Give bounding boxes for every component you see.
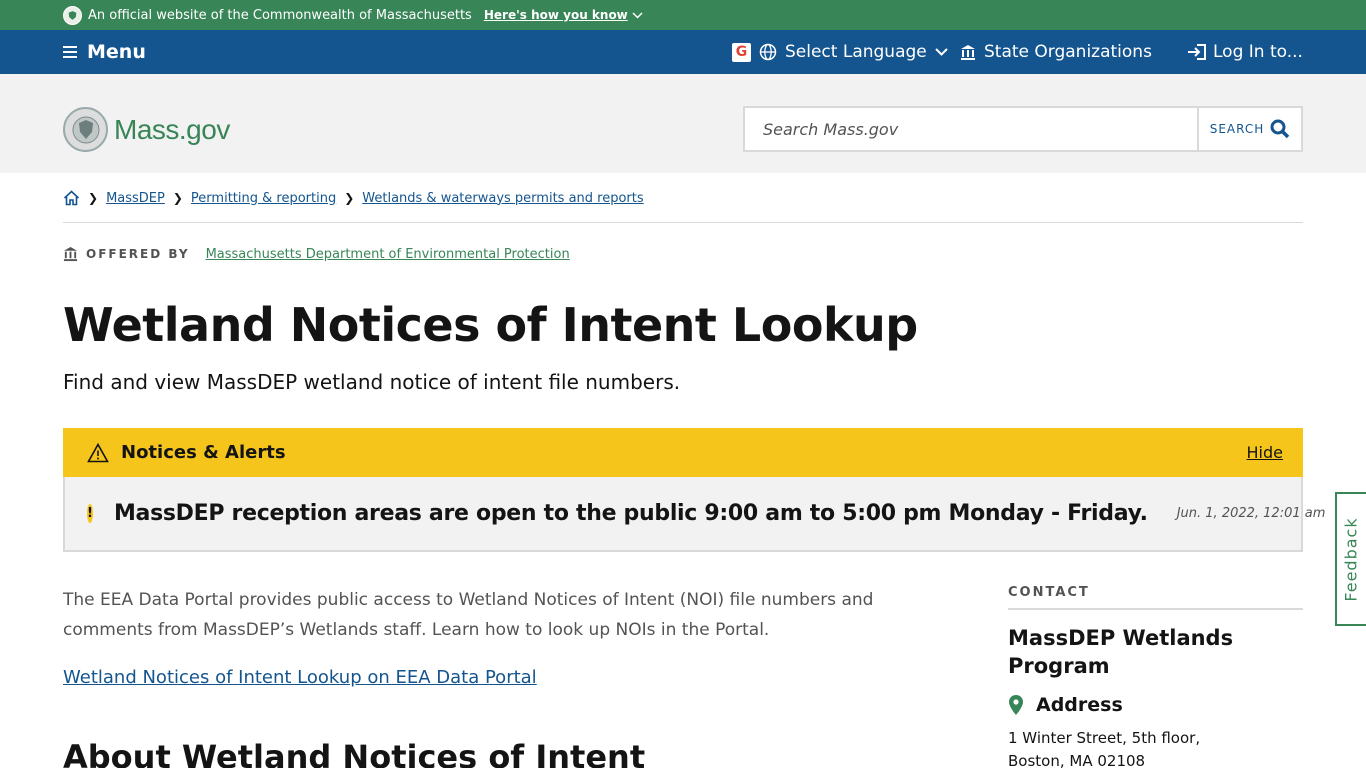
offered-by: OFFERED BY Massachusetts Department of E… bbox=[63, 246, 570, 262]
language-selector[interactable]: G Select Language bbox=[732, 30, 948, 74]
home-icon[interactable] bbox=[63, 190, 80, 206]
state-organizations-label: State Organizations bbox=[984, 42, 1152, 62]
alert-date: Jun. 1, 2022, 12:01 am bbox=[1176, 506, 1326, 521]
contact-label: CONTACT bbox=[1008, 585, 1090, 600]
map-pin-icon bbox=[1009, 695, 1023, 715]
feedback-tab[interactable]: Feedback bbox=[1335, 492, 1366, 626]
breadcrumb: ❯ MassDEP ❯ Permitting & reporting ❯ Wet… bbox=[63, 190, 644, 206]
address-line-1: 1 Winter Street, 5th floor, bbox=[1008, 729, 1201, 747]
warning-icon bbox=[87, 442, 109, 462]
address-heading: Address bbox=[1008, 694, 1123, 716]
chevron-down-icon bbox=[935, 48, 948, 56]
state-seal-icon bbox=[63, 107, 108, 152]
building-icon bbox=[961, 44, 975, 60]
search-button[interactable]: SEARCH bbox=[1197, 108, 1301, 150]
alerts-title: Notices & Alerts bbox=[121, 442, 286, 463]
page-lede: Find and view MassDEP wetland notice of … bbox=[63, 370, 681, 394]
breadcrumb-permitting[interactable]: Permitting & reporting bbox=[191, 191, 336, 206]
login-button[interactable]: Log In to... bbox=[1187, 30, 1303, 74]
state-organizations-button[interactable]: State Organizations bbox=[960, 30, 1152, 74]
how-you-know-link[interactable]: Here's how you know bbox=[484, 8, 643, 22]
chevron-right-icon: ❯ bbox=[344, 191, 355, 205]
breadcrumb-wetlands[interactable]: Wetlands & waterways permits and reports bbox=[362, 191, 643, 206]
hamburger-icon bbox=[63, 46, 77, 58]
contact-name: MassDEP Wetlands Program bbox=[1008, 626, 1234, 678]
intro-paragraph: The EEA Data Portal provides public acce… bbox=[63, 590, 874, 640]
mass-gov-logo[interactable]: Mass.gov bbox=[63, 107, 230, 152]
site-header: Mass.gov SEARCH bbox=[0, 74, 1366, 173]
address-line-2: Boston, MA 02108 bbox=[1008, 752, 1146, 768]
offered-by-label: OFFERED BY bbox=[86, 247, 190, 261]
logo-text: Mass.gov bbox=[114, 113, 230, 145]
feedback-label: Feedback bbox=[1342, 516, 1362, 602]
login-icon bbox=[1188, 44, 1206, 60]
seal-icon bbox=[63, 5, 82, 25]
breadcrumb-massdep[interactable]: MassDEP bbox=[106, 191, 165, 206]
official-text: An official website of the Commonwealth … bbox=[88, 7, 472, 23]
eea-portal-link[interactable]: Wetland Notices of Intent Lookup on EEA … bbox=[63, 667, 537, 688]
search-input[interactable] bbox=[745, 108, 1197, 150]
page-title: Wetland Notices of Intent Lookup bbox=[63, 298, 918, 352]
building-icon bbox=[63, 246, 78, 262]
search-icon bbox=[1270, 119, 1290, 139]
alerts-header: Notices & Alerts Hide bbox=[63, 428, 1303, 477]
menu-label: Menu bbox=[87, 41, 146, 63]
language-label: Select Language bbox=[785, 42, 927, 62]
menu-button[interactable]: Menu bbox=[63, 30, 146, 74]
how-you-know-label: Here's how you know bbox=[483, 8, 628, 22]
alert-icon: ! bbox=[87, 504, 93, 523]
alert-item: ! MassDEP reception areas are open to th… bbox=[63, 477, 1325, 552]
login-label: Log In to... bbox=[1213, 42, 1303, 62]
official-banner: An official website of the Commonwealth … bbox=[0, 0, 1366, 30]
contact-divider bbox=[1008, 608, 1303, 610]
chevron-down-icon bbox=[632, 11, 643, 19]
breadcrumb-divider bbox=[63, 222, 1303, 223]
search-button-label: SEARCH bbox=[1209, 122, 1265, 136]
google-icon: G bbox=[732, 42, 751, 62]
chevron-right-icon: ❯ bbox=[88, 191, 99, 205]
alert-message[interactable]: MassDEP reception areas are open to the … bbox=[114, 501, 1148, 526]
utility-nav: Menu G Select Language State Organizatio… bbox=[0, 30, 1366, 74]
hide-alerts-button[interactable]: Hide bbox=[1247, 443, 1283, 462]
section-heading: About Wetland Notices of Intent bbox=[63, 738, 646, 768]
offered-by-org-link[interactable]: Massachusetts Department of Environmenta… bbox=[206, 247, 570, 262]
chevron-right-icon: ❯ bbox=[172, 191, 183, 205]
address-heading-label: Address bbox=[1036, 694, 1123, 716]
search-form: SEARCH bbox=[743, 106, 1303, 152]
globe-icon bbox=[759, 43, 777, 61]
